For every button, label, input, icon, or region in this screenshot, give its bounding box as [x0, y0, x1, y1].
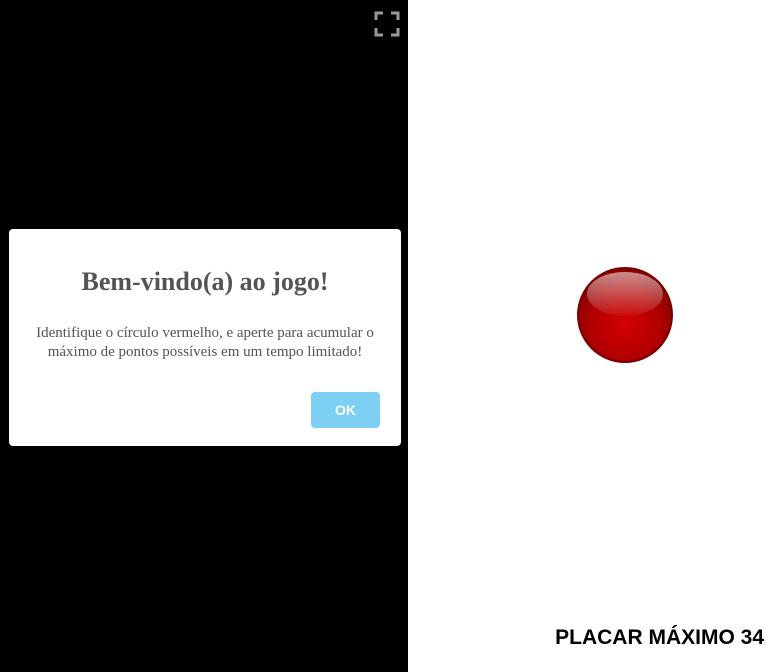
high-score: PLACAR MÁXIMO 34 [480, 624, 764, 652]
welcome-dialog: Bem-vindo(a) ao jogo! Identifique o círc… [9, 229, 401, 446]
high-score-value: 34 [740, 626, 764, 649]
high-score-label: PLACAR MÁXIMO [555, 626, 735, 649]
fullscreen-icon[interactable] [374, 11, 400, 37]
game-stage: Bem-vindo(a) ao jogo! Identifique o círc… [0, 0, 782, 672]
left-panel: Bem-vindo(a) ao jogo! Identifique o círc… [0, 0, 408, 672]
red-circle-target[interactable] [576, 266, 674, 364]
ok-button[interactable]: OK [311, 392, 380, 428]
dialog-message: Identifique o círculo vermelho, e aperte… [36, 325, 374, 360]
dialog-title: Bem-vindo(a) ao jogo! [81, 267, 329, 296]
